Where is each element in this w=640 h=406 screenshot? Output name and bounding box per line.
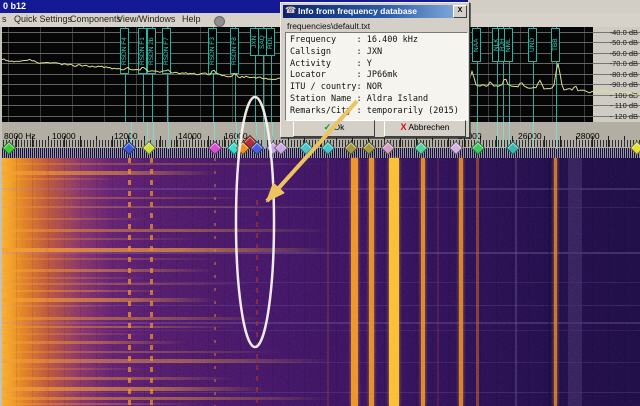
menu-item-help[interactable]: Help — [182, 14, 201, 24]
close-button[interactable]: X — [453, 5, 467, 18]
info-line: Remarks/City : temporarily (2015) — [290, 106, 467, 118]
ok-button[interactable]: ✓ Ok — [293, 120, 375, 137]
window-title: 0 b12 — [3, 1, 26, 11]
ruler-comb-ticks — [0, 148, 640, 158]
station-line-extension — [556, 122, 557, 149]
info-line: Callsign : JXN — [290, 47, 467, 59]
dialog-title: Info from frequency database — [298, 6, 417, 16]
ok-button-label: Ok — [334, 122, 345, 132]
menu-item-components[interactable]: Components — [70, 14, 121, 24]
freq-label: 26000 — [518, 131, 542, 141]
station-line-extension — [497, 122, 498, 149]
cancel-button[interactable]: X Abbrechen — [384, 120, 466, 137]
info-dialog: ☎ Info from frequency database X frequen… — [280, 2, 470, 138]
station-line-extension — [264, 122, 265, 149]
freq-label: 8000 Hz — [4, 131, 36, 141]
info-line: Activity : Y — [290, 59, 467, 71]
menu-item-quick-settings[interactable]: Quick Settings — [14, 14, 72, 24]
freq-label: 12000 — [114, 131, 138, 141]
dialog-titlebar[interactable]: ☎ Info from frequency database — [283, 5, 465, 18]
station-info-box: Frequency : 16.400 kHzCallsign : JXNActi… — [285, 32, 468, 121]
titlebar-right-area — [468, 0, 640, 13]
station-line-extension — [168, 122, 169, 149]
info-line: Station Name : Aldra Island — [290, 94, 467, 106]
record-indicator-icon — [214, 16, 225, 27]
db-file-label: frequencies\default.txt — [287, 21, 370, 31]
info-line: Locator : JP66mk — [290, 70, 467, 82]
spectrum-lab-window: 0 b12 s Quick SettingsComponentsView/Wind… — [0, 0, 640, 406]
menu-item-view-windows[interactable]: View/Windows — [117, 14, 175, 24]
x-icon: X — [400, 122, 406, 132]
ruler-minor-ticks — [0, 140, 640, 147]
waterfall-display[interactable] — [0, 158, 640, 406]
menu-item-s[interactable]: s — [2, 14, 7, 24]
info-line: ITU / country: NOR — [290, 82, 467, 94]
freq-label: 28000 — [576, 131, 600, 141]
window-left-border — [0, 27, 2, 406]
freq-label: 14000 — [178, 131, 202, 141]
station-line-extension — [533, 122, 534, 149]
freq-label: 10000 — [52, 131, 76, 141]
cancel-button-label: Abbrechen — [408, 122, 449, 132]
waterfall-noise — [0, 158, 640, 406]
station-line-extension — [503, 122, 504, 149]
phone-icon: ☎ — [285, 5, 296, 16]
info-line: Frequency : 16.400 kHz — [290, 35, 467, 47]
check-icon: ✓ — [324, 122, 332, 132]
